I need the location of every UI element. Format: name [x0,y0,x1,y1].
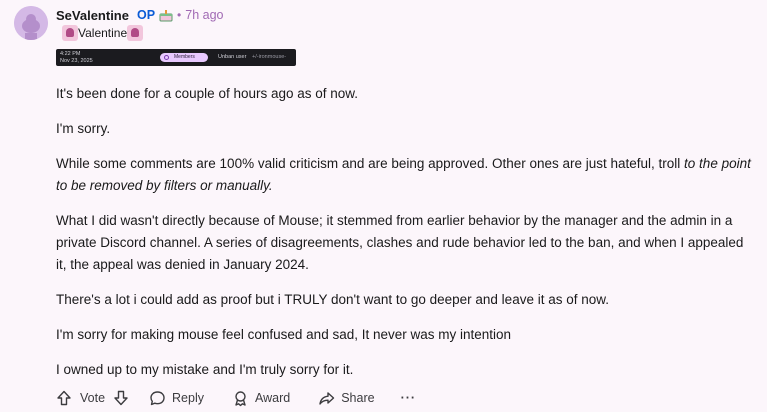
screenshot-date: Nov 23, 2025 [60,58,93,64]
user-flair: Valentine [62,24,144,42]
op-badge: OP [136,8,156,22]
share-label: Share [341,391,375,405]
award-label: Award [255,391,291,405]
comment-icon [150,390,165,405]
avatar[interactable] [14,6,48,40]
reply-label: Reply [172,391,204,405]
flair-text: Valentine [78,26,128,40]
more-options-button[interactable]: ··· [401,391,417,405]
upvote-button[interactable] [56,390,72,406]
paragraph: I'm sorry for making mouse feel confused… [56,327,512,342]
share-button[interactable]: Share [318,390,375,407]
paragraph: What I did wasn't directly because of Mo… [56,213,744,272]
paragraph: It's been done for a couple of hours ago… [56,86,359,101]
award-button[interactable]: Award [232,390,290,407]
vote-label: Vote [80,391,106,405]
upvote-icon [57,390,71,406]
embedded-screenshot[interactable]: 4:22 PM Nov 23, 2025 Members Unban user … [56,49,296,66]
downvote-button[interactable] [113,390,129,406]
comment-body: It's been done for a couple of hours ago… [56,83,756,394]
screenshot-time: 4:22 PM [60,51,81,57]
paragraph: I'm sorry. [56,121,111,136]
action-bar: Vote Reply Award Share ··· [56,387,416,409]
paragraph: I owned up to my mistake and I'm truly s… [56,362,354,377]
downvote-icon [114,390,128,406]
members-pill: Members [160,53,208,62]
separator-dot: • [177,8,182,22]
paragraph: While some comments are 100% valid criti… [56,153,756,197]
screenshot-action: Unban user [218,54,247,60]
screenshot-user: +/-ironmouse- [252,54,287,60]
paragraph-text: While some comments are 100% valid criti… [56,156,685,171]
username[interactable]: SeValentine [56,8,129,23]
valentine-emoji-icon [62,25,78,41]
snoo-avatar-icon [14,6,48,40]
reply-button[interactable]: Reply [149,390,204,407]
paragraph: There's a lot i could add as proof but i… [56,292,609,307]
award-icon [235,390,246,406]
comment-meta: SeValentine OP • 7h ago [56,6,223,24]
cake-icon [159,8,173,22]
share-icon [319,391,335,405]
valentine-emoji-icon [127,25,144,41]
timestamp[interactable]: 7h ago [185,8,223,22]
